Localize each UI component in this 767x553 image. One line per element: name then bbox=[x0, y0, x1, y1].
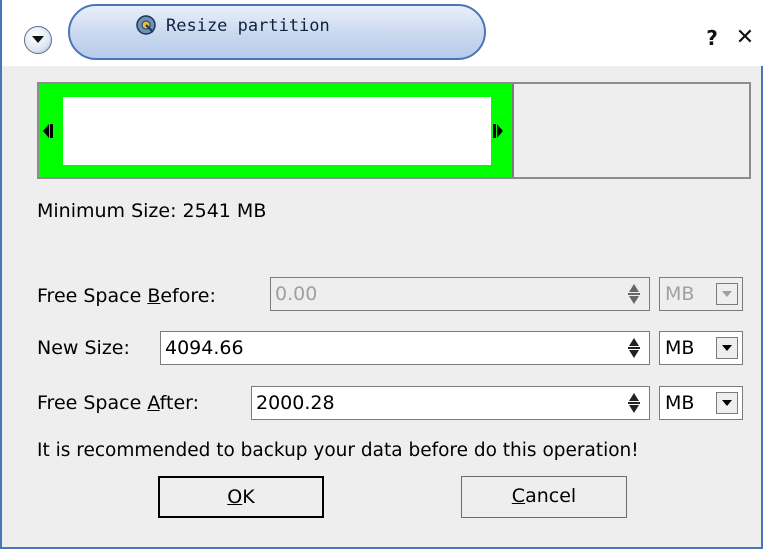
help-icon: ? bbox=[706, 26, 718, 50]
free-space-after-spinner[interactable] bbox=[623, 387, 645, 419]
new-size-unit-select[interactable]: MB bbox=[659, 331, 743, 365]
free-space-before-input[interactable]: 0.00 bbox=[270, 277, 650, 311]
menu-icon bbox=[32, 36, 44, 43]
ok-button[interactable]: OK bbox=[158, 476, 324, 518]
free-space-before-label: Free Space Before: bbox=[37, 285, 216, 307]
new-size-input[interactable]: 4094.66 bbox=[160, 331, 650, 365]
close-icon: ✕ bbox=[735, 25, 755, 50]
dropdown-arrow-icon bbox=[716, 283, 738, 305]
free-space-after-label: Free Space After: bbox=[37, 392, 200, 414]
window-title: Resize partition bbox=[166, 16, 330, 36]
dropdown-arrow-icon bbox=[716, 337, 738, 359]
dropdown-arrow-icon bbox=[716, 392, 738, 414]
help-button[interactable]: ? bbox=[701, 26, 723, 50]
free-space-after-unit-select[interactable]: MB bbox=[659, 386, 743, 420]
resize-partition-dialog: Resize partition ? ✕ Minimum Size: 2541 … bbox=[0, 0, 765, 549]
spin-arrows-icon bbox=[628, 338, 640, 358]
new-size-spinner[interactable] bbox=[623, 332, 645, 364]
spin-arrows-icon bbox=[628, 284, 640, 304]
new-size-label: New Size: bbox=[37, 337, 130, 359]
left-resize-handle-icon[interactable] bbox=[43, 124, 53, 138]
minimum-size-label: Minimum Size: 2541 MB bbox=[37, 200, 267, 222]
cancel-button[interactable]: Cancel bbox=[461, 476, 627, 518]
close-button[interactable]: ✕ bbox=[734, 26, 756, 50]
free-space-before-unit-select[interactable]: MB bbox=[659, 277, 743, 311]
partition-icon bbox=[136, 15, 156, 35]
window-menu-button[interactable] bbox=[24, 26, 52, 54]
backup-warning: It is recommended to backup your data be… bbox=[37, 440, 639, 461]
free-space-before-spinner[interactable] bbox=[623, 278, 645, 310]
spin-arrows-icon bbox=[628, 393, 640, 413]
title-pill: Resize partition bbox=[68, 4, 486, 60]
right-resize-handle-icon[interactable] bbox=[493, 124, 503, 138]
partition-used-area bbox=[63, 97, 491, 165]
title-bar[interactable]: Resize partition ? ✕ bbox=[2, 0, 765, 66]
free-space-after-input[interactable]: 2000.28 bbox=[251, 386, 650, 420]
